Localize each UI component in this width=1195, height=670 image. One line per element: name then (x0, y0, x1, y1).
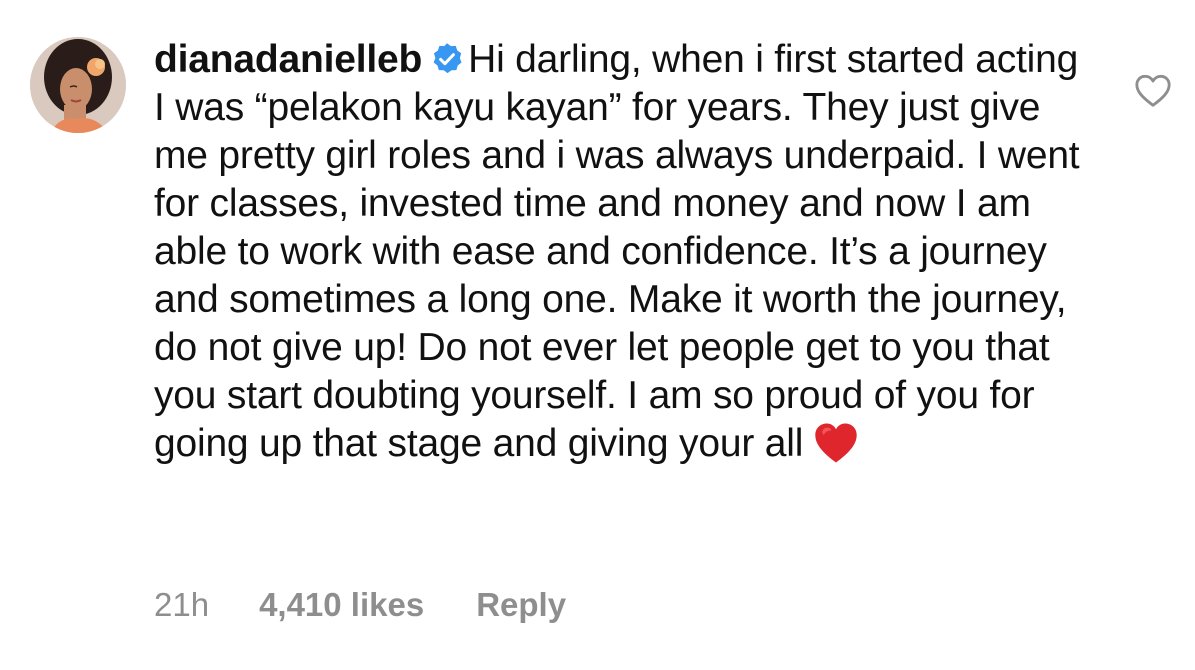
avatar[interactable] (30, 37, 126, 133)
comment-username[interactable]: dianadanielleb (154, 38, 422, 81)
comment: dianadanielleb Hi darling, when i first … (0, 0, 1195, 670)
avatar-image (30, 37, 126, 133)
reply-button[interactable]: Reply (476, 586, 566, 624)
heart-outline-icon[interactable] (1134, 72, 1172, 110)
comment-timestamp: 21h (154, 586, 210, 623)
verified-badge-icon (433, 43, 462, 74)
comment-text: Hi darling, when i first started acting … (154, 38, 1080, 465)
red-heart-icon (815, 423, 857, 463)
comment-likes-count[interactable]: 4,410 likes (259, 586, 424, 624)
comment-meta: 21h 4,410 likes Reply (154, 586, 566, 624)
comment-body: dianadanielleb Hi darling, when i first … (154, 36, 1084, 468)
